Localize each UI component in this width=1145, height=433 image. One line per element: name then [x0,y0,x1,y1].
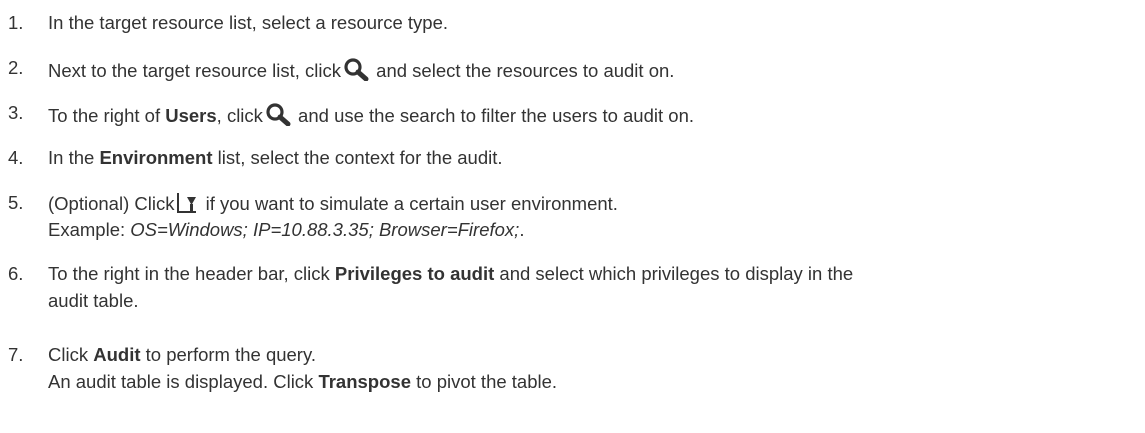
ui-term-transpose: Transpose [318,371,411,392]
step-number: 7. [8,344,24,365]
step-number: 4. [8,147,24,168]
step-number: 2. [8,57,24,78]
ui-term-privileges-to-audit: Privileges to audit [334,263,495,284]
ui-term-users: Users [165,105,217,126]
step-text: To the right of Users, click and use the… [48,102,1138,126]
search-icon [265,102,291,126]
step-text: In the target resource list, select a re… [48,12,448,33]
step-number: 1. [8,12,24,33]
search-icon [343,57,369,81]
ui-term-environment: Environment [99,147,213,168]
step-text: (Optional) Click if you want to simulate… [48,192,618,240]
ui-term-audit: Audit [93,344,141,365]
example-environment: OS=Windows; IP=10.88.3.35; Browser=Firef… [130,219,520,240]
step-text: Click Audit to perform the query. An aud… [48,344,558,392]
step-number: 3. [8,102,24,123]
step-text: Next to the target resource list, click … [48,57,1138,81]
step-number: 5. [8,192,24,213]
add-environment-dropdown-icon [176,192,198,214]
step-text: To the right in the header bar, click Pr… [48,263,854,311]
step-number: 6. [8,263,24,284]
step-text: In the Environment list, select the cont… [48,147,503,168]
